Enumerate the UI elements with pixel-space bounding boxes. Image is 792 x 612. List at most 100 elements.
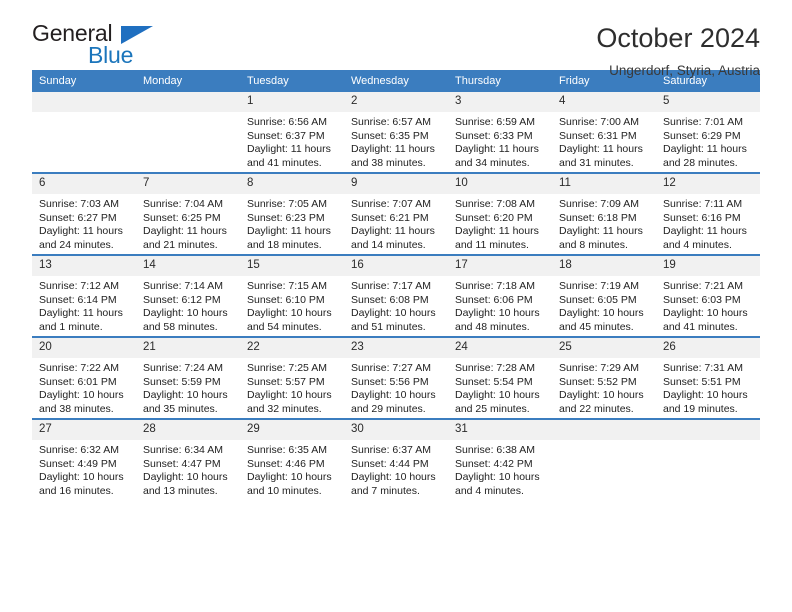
weekday-header-monday: Monday [136, 70, 240, 92]
day-number: 29 [240, 420, 344, 440]
sunrise-text: Sunrise: 7:28 AM [455, 362, 535, 374]
calendar-day-cell[interactable]: 24 Sunrise: 7:28 AM Sunset: 5:54 PM Dayligh… [448, 336, 552, 419]
day-sun-info: Sunrise: 7:05 AM Sunset: 6:23 PM Daylight:… [240, 194, 344, 252]
calendar-day-cell-empty [552, 418, 656, 500]
calendar-day-cell[interactable]: 3 Sunrise: 6:59 AM Sunset: 6:33 PM Daylight… [448, 92, 552, 173]
day-number: 16 [344, 256, 448, 276]
sunrise-text: Sunrise: 7:14 AM [143, 280, 223, 292]
sunset-text: Sunset: 6:20 PM [455, 211, 533, 224]
calendar-day-cell[interactable]: 2 Sunrise: 6:57 AM Sunset: 6:35 PM Daylight… [344, 92, 448, 173]
day-sun-info: Sunrise: 7:22 AM Sunset: 6:01 PM Daylight:… [32, 358, 136, 416]
calendar-day-cell[interactable]: 12 Sunrise: 7:11 AM Sunset: 6:16 PM Dayligh… [656, 172, 760, 255]
calendar-table: Sunday Monday Tuesday Wednesday Thursday Frid… [32, 70, 760, 500]
calendar-day-cell[interactable]: 14 Sunrise: 7:14 AM Sunset: 6:12 PM Dayligh… [136, 254, 240, 337]
sunset-text: Sunset: 6:31 PM [559, 129, 637, 142]
day-sun-info: Sunrise: 7:17 AM Sunset: 6:08 PM Daylight:… [344, 276, 448, 334]
day-sun-info: Sunrise: 6:59 AM Sunset: 6:33 PM Daylight:… [448, 112, 552, 170]
calendar-day-cell[interactable]: 7 Sunrise: 7:04 AM Sunset: 6:25 PM Daylight… [136, 172, 240, 255]
day-number: 2 [344, 92, 448, 112]
calendar-day-cell[interactable]: 16 Sunrise: 7:17 AM Sunset: 6:08 PM Dayligh… [344, 254, 448, 337]
calendar-day-cell[interactable]: 9 Sunrise: 7:07 AM Sunset: 6:21 PM Daylight… [344, 172, 448, 255]
sunset-text: Sunset: 5:56 PM [351, 375, 429, 388]
calendar-week-row: 13 Sunrise: 7:12 AM Sunset: 6:14 PM Dayligh… [32, 254, 760, 337]
calendar-day-cell[interactable]: 17 Sunrise: 7:18 AM Sunset: 6:06 PM Dayligh… [448, 254, 552, 337]
calendar-day-cell[interactable]: 26 Sunrise: 7:31 AM Sunset: 5:51 PM Dayligh… [656, 336, 760, 419]
calendar-day-cell[interactable]: 31 Sunrise: 6:38 AM Sunset: 4:42 PM Dayligh… [448, 418, 552, 500]
calendar-day-cell[interactable]: 21 Sunrise: 7:24 AM Sunset: 5:59 PM Dayligh… [136, 336, 240, 419]
calendar-day-cell-empty [656, 418, 760, 500]
daylight-text: Daylight: 11 hours and 18 minutes. [247, 225, 331, 251]
generalblue-logo[interactable]: General Blue [32, 22, 157, 68]
day-sun-info: Sunrise: 6:56 AM Sunset: 6:37 PM Daylight:… [240, 112, 344, 170]
calendar-week-row: 27 Sunrise: 6:32 AM Sunset: 4:49 PM Dayligh… [32, 418, 760, 500]
daylight-text: Daylight: 10 hours and 22 minutes. [559, 389, 644, 415]
sunset-text: Sunset: 6:12 PM [143, 293, 221, 306]
sunset-text: Sunset: 6:14 PM [39, 293, 117, 306]
sunset-text: Sunset: 6:16 PM [663, 211, 741, 224]
day-sun-info: Sunrise: 6:57 AM Sunset: 6:35 PM Daylight:… [344, 112, 448, 170]
sunrise-text: Sunrise: 6:38 AM [455, 444, 535, 456]
daylight-text: Daylight: 11 hours and 1 minute. [39, 307, 123, 333]
sunrise-text: Sunrise: 7:17 AM [351, 280, 431, 292]
daylight-text: Daylight: 10 hours and 54 minutes. [247, 307, 332, 333]
daylight-text: Daylight: 10 hours and 51 minutes. [351, 307, 436, 333]
calendar-day-cell[interactable]: 15 Sunrise: 7:15 AM Sunset: 6:10 PM Dayligh… [240, 254, 344, 337]
calendar-day-cell[interactable]: 11 Sunrise: 7:09 AM Sunset: 6:18 PM Dayligh… [552, 172, 656, 255]
calendar-day-cell[interactable]: 27 Sunrise: 6:32 AM Sunset: 4:49 PM Dayligh… [32, 418, 136, 500]
calendar-day-cell[interactable]: 8 Sunrise: 7:05 AM Sunset: 6:23 PM Daylight… [240, 172, 344, 255]
day-number: 20 [32, 338, 136, 358]
calendar-day-cell[interactable]: 25 Sunrise: 7:29 AM Sunset: 5:52 PM Dayligh… [552, 336, 656, 419]
calendar-day-cell[interactable]: 1 Sunrise: 6:56 AM Sunset: 6:37 PM Daylight… [240, 92, 344, 173]
day-number: 15 [240, 256, 344, 276]
calendar-day-cell[interactable]: 29 Sunrise: 6:35 AM Sunset: 4:46 PM Dayligh… [240, 418, 344, 500]
daylight-text: Daylight: 10 hours and 16 minutes. [39, 471, 124, 497]
sunset-text: Sunset: 6:10 PM [247, 293, 325, 306]
sunrise-text: Sunrise: 6:35 AM [247, 444, 327, 456]
calendar-day-cell[interactable]: 5 Sunrise: 7:01 AM Sunset: 6:29 PM Daylight… [656, 92, 760, 173]
calendar-day-cell[interactable]: 18 Sunrise: 7:19 AM Sunset: 6:05 PM Dayligh… [552, 254, 656, 337]
sunset-text: Sunset: 5:54 PM [455, 375, 533, 388]
calendar-day-cell[interactable]: 30 Sunrise: 6:37 AM Sunset: 4:44 PM Dayligh… [344, 418, 448, 500]
day-number: 9 [344, 174, 448, 194]
calendar-day-cell[interactable]: 20 Sunrise: 7:22 AM Sunset: 6:01 PM Dayligh… [32, 336, 136, 419]
daylight-text: Daylight: 10 hours and 58 minutes. [143, 307, 228, 333]
day-number: 25 [552, 338, 656, 358]
daylight-text: Daylight: 11 hours and 21 minutes. [143, 225, 227, 251]
day-number: 19 [656, 256, 760, 276]
calendar-day-cell[interactable]: 28 Sunrise: 6:34 AM Sunset: 4:47 PM Dayligh… [136, 418, 240, 500]
calendar-day-cell[interactable]: 4 Sunrise: 7:00 AM Sunset: 6:31 PM Daylight… [552, 92, 656, 173]
sunset-text: Sunset: 4:49 PM [39, 457, 117, 470]
day-sun-info: Sunrise: 7:24 AM Sunset: 5:59 PM Daylight:… [136, 358, 240, 416]
day-sun-info: Sunrise: 6:32 AM Sunset: 4:49 PM Daylight:… [32, 440, 136, 498]
day-sun-info: Sunrise: 7:21 AM Sunset: 6:03 PM Daylight:… [656, 276, 760, 334]
page-title: October 2024 [596, 23, 760, 53]
sunset-text: Sunset: 6:27 PM [39, 211, 117, 224]
daylight-text: Daylight: 11 hours and 11 minutes. [455, 225, 539, 251]
daylight-text: Daylight: 10 hours and 19 minutes. [663, 389, 748, 415]
sunrise-text: Sunrise: 6:32 AM [39, 444, 119, 456]
day-sun-info: Sunrise: 7:19 AM Sunset: 6:05 PM Daylight:… [552, 276, 656, 334]
calendar-day-cell[interactable]: 13 Sunrise: 7:12 AM Sunset: 6:14 PM Dayligh… [32, 254, 136, 337]
daylight-text: Daylight: 11 hours and 8 minutes. [559, 225, 643, 251]
daylight-text: Daylight: 10 hours and 4 minutes. [455, 471, 540, 497]
calendar-day-cell[interactable]: 10 Sunrise: 7:08 AM Sunset: 6:20 PM Dayligh… [448, 172, 552, 255]
day-sun-info: Sunrise: 7:27 AM Sunset: 5:56 PM Daylight:… [344, 358, 448, 416]
sunset-text: Sunset: 6:29 PM [663, 129, 741, 142]
calendar-day-cell[interactable]: 6 Sunrise: 7:03 AM Sunset: 6:27 PM Daylight… [32, 172, 136, 255]
sunrise-text: Sunrise: 7:07 AM [351, 198, 431, 210]
daylight-text: Daylight: 10 hours and 13 minutes. [143, 471, 228, 497]
daylight-text: Daylight: 11 hours and 24 minutes. [39, 225, 123, 251]
day-number [32, 92, 136, 112]
sunrise-text: Sunrise: 7:00 AM [559, 116, 639, 128]
calendar-day-cell[interactable]: 23 Sunrise: 7:27 AM Sunset: 5:56 PM Dayligh… [344, 336, 448, 419]
calendar-day-cell[interactable]: 19 Sunrise: 7:21 AM Sunset: 6:03 PM Dayligh… [656, 254, 760, 337]
day-number: 11 [552, 174, 656, 194]
calendar-day-cell[interactable]: 22 Sunrise: 7:25 AM Sunset: 5:57 PM Dayligh… [240, 336, 344, 419]
day-number: 26 [656, 338, 760, 358]
day-number: 18 [552, 256, 656, 276]
daylight-text: Daylight: 10 hours and 29 minutes. [351, 389, 436, 415]
sunset-text: Sunset: 6:37 PM [247, 129, 325, 142]
weekday-header-wednesday: Wednesday [344, 70, 448, 92]
sunset-text: Sunset: 5:51 PM [663, 375, 741, 388]
sunrise-text: Sunrise: 7:08 AM [455, 198, 535, 210]
